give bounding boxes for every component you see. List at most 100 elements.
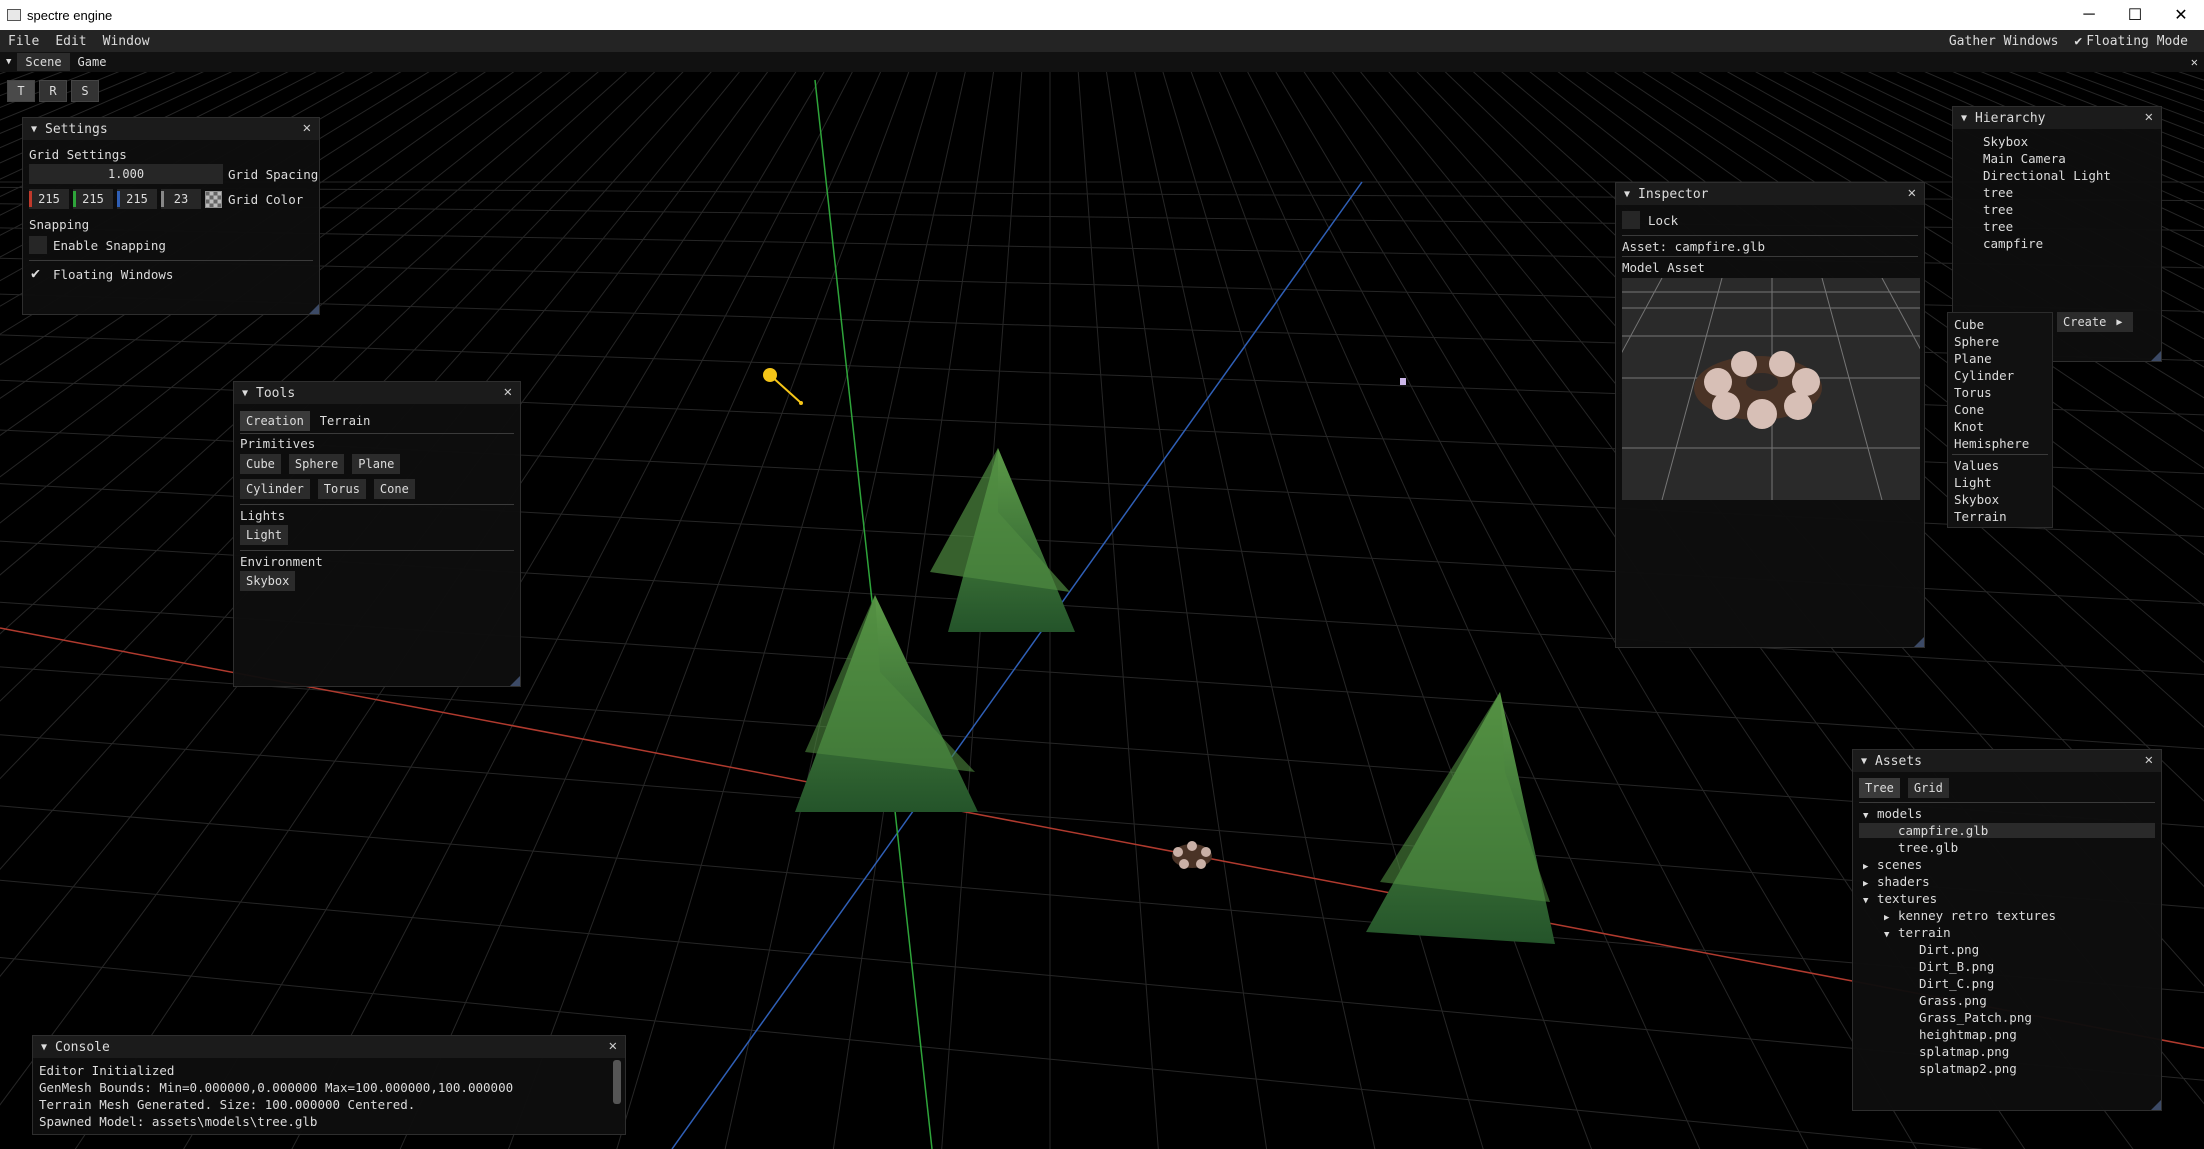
resize-grip[interactable]	[2151, 1100, 2161, 1110]
minimize-button[interactable]: ─	[2066, 0, 2112, 30]
menu-item-sphere[interactable]: Sphere	[1954, 334, 1999, 349]
assets-view-grid-button[interactable]: Grid	[1907, 778, 1949, 798]
translate-tool-button[interactable]: T	[7, 80, 35, 102]
dock-close-icon[interactable]: ✕	[2191, 55, 2198, 69]
grid-color-g-input[interactable]: 215	[73, 189, 113, 209]
close-icon[interactable]: ✕	[2145, 752, 2153, 768]
tab-creation[interactable]: Creation	[240, 411, 310, 431]
menu-edit[interactable]: Edit	[47, 34, 94, 49]
asset-file-item[interactable]: Dirt.png	[1859, 942, 2155, 957]
hierarchy-item-main-camera[interactable]: Main Camera	[1983, 151, 2066, 166]
asset-file-item[interactable]: Grass_Patch.png	[1859, 1010, 2155, 1025]
create-cube-button[interactable]: Cube	[240, 454, 281, 474]
menu-item-torus[interactable]: Torus	[1954, 385, 1992, 400]
chevron-down-icon[interactable]: ▼	[1863, 896, 1877, 906]
chevron-down-icon[interactable]: ▼	[1863, 811, 1877, 821]
chevron-right-icon[interactable]: ▶	[1863, 862, 1877, 872]
resize-grip[interactable]	[1914, 637, 1924, 647]
grid-color-swatch[interactable]	[205, 191, 222, 208]
settings-header[interactable]: ▼ Settings ✕	[23, 118, 319, 140]
chevron-right-icon[interactable]: ▶	[1863, 879, 1877, 889]
enable-snapping-checkbox[interactable]	[29, 236, 47, 254]
hierarchy-item-campfire[interactable]: campfire	[1983, 236, 2043, 251]
chevron-down-icon[interactable]: ▼	[1884, 930, 1898, 940]
grid-color-r-input[interactable]: 215	[29, 189, 69, 209]
maximize-button[interactable]: ☐	[2112, 0, 2158, 30]
asset-folder-item[interactable]: ▼ textures	[1859, 891, 2155, 906]
close-icon[interactable]: ✕	[2145, 109, 2153, 125]
assets-view-tree-button[interactable]: Tree	[1859, 778, 1900, 798]
grid-spacing-input[interactable]: 1.000	[29, 164, 223, 184]
create-sphere-button[interactable]: Sphere	[288, 454, 345, 474]
resize-grip[interactable]	[309, 304, 319, 314]
tree-model-3[interactable]	[1366, 692, 1555, 944]
tab-scene[interactable]: Scene	[17, 53, 70, 71]
close-icon[interactable]: ✕	[504, 384, 512, 400]
close-icon[interactable]: ✕	[303, 120, 311, 136]
menu-item-values[interactable]: Values	[1954, 458, 1999, 473]
asset-file-item[interactable]: splatmap.png	[1859, 1044, 2155, 1059]
floating-windows-row[interactable]: ✔ Floating Windows	[29, 264, 319, 283]
collapse-arrow-icon[interactable]: ▼	[1861, 756, 1867, 767]
asset-file-item[interactable]: Grass.png	[1859, 993, 2155, 1008]
menu-item-light[interactable]: Light	[1954, 475, 1992, 490]
menu-file[interactable]: File	[0, 34, 47, 49]
hierarchy-header[interactable]: ▼ Hierarchy ✕	[1953, 107, 2161, 129]
console-scrollbar[interactable]	[613, 1060, 621, 1104]
hierarchy-item-directional-light[interactable]: Directional Light	[1983, 168, 2111, 183]
rotate-tool-button[interactable]: R	[39, 80, 67, 102]
resize-grip[interactable]	[2151, 351, 2161, 361]
menu-item-cylinder[interactable]: Cylinder	[1954, 368, 2014, 383]
inspector-header[interactable]: ▼ Inspector ✕	[1616, 183, 1924, 205]
create-plane-button[interactable]: Plane	[352, 454, 401, 474]
collapse-arrow-icon[interactable]: ▼	[31, 124, 37, 135]
floating-windows-checkbox[interactable]: ✔	[29, 264, 47, 283]
hierarchy-item-tree[interactable]: tree	[1983, 219, 2013, 234]
model-preview[interactable]	[1622, 278, 1920, 500]
menu-item-plane[interactable]: Plane	[1954, 351, 1992, 366]
close-icon[interactable]: ✕	[609, 1038, 617, 1054]
enable-snapping-row[interactable]: Enable Snapping	[29, 236, 319, 254]
console-header[interactable]: ▼ Console ✕	[33, 1036, 625, 1058]
menu-item-knot[interactable]: Knot	[1954, 419, 1984, 434]
close-icon[interactable]: ✕	[1908, 185, 1916, 201]
asset-file-item[interactable]: heightmap.png	[1859, 1027, 2155, 1042]
dock-menu-icon[interactable]: ▼	[0, 57, 17, 67]
lock-checkbox[interactable]	[1622, 211, 1640, 229]
menu-item-terrain[interactable]: Terrain	[1954, 509, 2007, 524]
hierarchy-item-tree[interactable]: tree	[1983, 185, 2013, 200]
asset-file-item[interactable]: campfire.glb	[1859, 823, 2155, 838]
grid-color-a-input[interactable]: 23	[161, 189, 201, 209]
grid-color-b-input[interactable]: 215	[117, 189, 157, 209]
lock-row[interactable]: Lock	[1622, 211, 1924, 229]
tools-header[interactable]: ▼ Tools ✕	[234, 382, 520, 404]
gather-windows-button[interactable]: Gather Windows	[1941, 34, 2067, 49]
create-torus-button[interactable]: Torus	[317, 479, 366, 499]
campfire-model[interactable]	[1172, 841, 1212, 869]
menu-window[interactable]: Window	[95, 34, 158, 49]
menu-item-cube[interactable]: Cube	[1954, 317, 1984, 332]
resize-grip[interactable]	[510, 676, 520, 686]
asset-file-item[interactable]: splatmap2.png	[1859, 1061, 2155, 1076]
asset-file-item[interactable]: Dirt_B.png	[1859, 959, 2155, 974]
close-button[interactable]: ✕	[2158, 0, 2204, 30]
collapse-arrow-icon[interactable]: ▼	[1961, 113, 1967, 124]
asset-folder-item[interactable]: ▶ shaders	[1859, 874, 2155, 889]
create-button[interactable]: Create ▶	[2057, 312, 2133, 332]
asset-file-item[interactable]: Dirt_C.png	[1859, 976, 2155, 991]
menu-item-cone[interactable]: Cone	[1954, 402, 1984, 417]
menu-item-skybox[interactable]: Skybox	[1954, 492, 1999, 507]
chevron-right-icon[interactable]: ▶	[1884, 913, 1898, 923]
asset-file-item[interactable]: tree.glb	[1859, 840, 2155, 855]
collapse-arrow-icon[interactable]: ▼	[1624, 189, 1630, 200]
tab-terrain[interactable]: Terrain	[314, 411, 377, 431]
create-skybox-button[interactable]: Skybox	[240, 571, 296, 591]
create-cylinder-button[interactable]: Cylinder	[240, 479, 310, 499]
asset-folder-item[interactable]: ▼ terrain	[1859, 925, 2155, 940]
collapse-arrow-icon[interactable]: ▼	[242, 388, 248, 399]
create-light-button[interactable]: Light	[240, 525, 289, 545]
create-cone-button[interactable]: Cone	[373, 479, 415, 499]
hierarchy-item-skybox[interactable]: Skybox	[1983, 134, 2028, 149]
floating-mode-toggle[interactable]: ✔ Floating Mode	[2066, 34, 2204, 49]
asset-folder-item[interactable]: ▶ kenney retro textures	[1859, 908, 2155, 923]
